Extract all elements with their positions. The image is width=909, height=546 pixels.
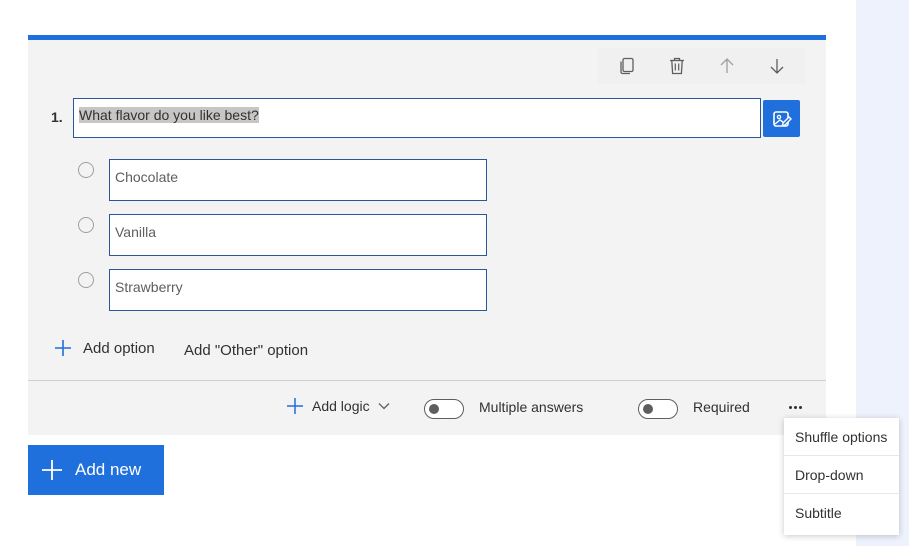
arrow-up-icon [720,58,734,73]
insert-media-button[interactable] [763,100,800,137]
option-radio-chocolate[interactable] [78,162,94,178]
menu-item-drop-down[interactable]: Drop-down [784,456,899,494]
more-options-button[interactable] [785,397,805,417]
toggle-knob [643,404,653,414]
more-options-menu: Shuffle options Drop-down Subtitle [784,418,899,535]
question-title-text: What flavor do you like best? [79,107,259,123]
delete-button[interactable] [652,48,702,84]
trash-icon [670,57,684,75]
add-option-label: Add option [83,339,155,357]
plus-icon [42,460,62,480]
add-option-button[interactable]: Add option [53,338,155,358]
multiple-answers-toggle[interactable] [424,399,464,419]
option-radio-strawberry[interactable] [78,272,94,288]
toggle-knob [429,404,439,414]
required-toggle[interactable] [638,399,678,419]
add-new-button[interactable]: Add new [28,445,164,495]
multiple-answers-label: Multiple answers [479,399,584,415]
plus-icon [55,340,71,356]
more-icon-dot [788,405,792,409]
move-up-button[interactable] [702,48,752,84]
add-new-label: Add new [75,460,142,479]
move-down-button[interactable] [752,48,802,84]
add-logic-label: Add logic [312,398,370,414]
option-input-strawberry[interactable]: Strawberry [109,269,487,311]
chevron-down-icon [378,403,390,410]
option-radio-vanilla[interactable] [78,217,94,233]
question-toolbar [598,48,806,84]
question-card: 1. What flavor do you like best? Chocola… [28,35,826,435]
option-input-chocolate[interactable]: Chocolate [109,159,487,201]
required-label: Required [693,399,750,415]
copy-icon [620,57,634,75]
question-footer: Add logic Multiple answers Required [28,381,826,435]
image-edit-icon [772,110,792,127]
more-icon-dot [793,405,797,409]
more-icon-dot [798,405,802,409]
add-logic-button[interactable]: Add logic [286,397,390,415]
copy-button[interactable] [602,48,652,84]
plus-icon [287,398,303,414]
menu-item-subtitle[interactable]: Subtitle [784,494,899,532]
menu-item-shuffle-options[interactable]: Shuffle options [784,418,899,456]
arrow-down-icon [770,59,784,74]
add-other-option-button[interactable]: Add "Other" option [184,342,308,359]
option-input-vanilla[interactable]: Vanilla [109,214,487,256]
question-title-input[interactable]: What flavor do you like best? [73,98,761,138]
question-number: 1. [51,109,63,125]
